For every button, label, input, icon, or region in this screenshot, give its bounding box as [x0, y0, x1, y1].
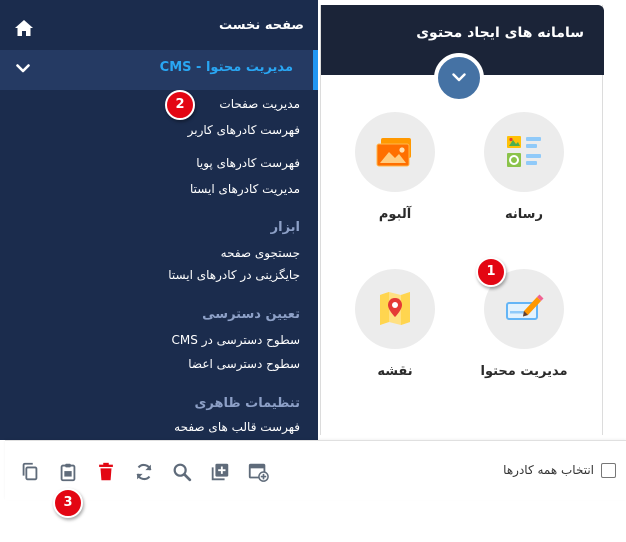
paste-icon	[60, 463, 76, 482]
search-button[interactable]	[171, 461, 193, 483]
select-all-label: انتخاب همه کادرها	[503, 463, 594, 477]
tile-album-label: آلبوم	[378, 207, 412, 222]
select-all-control[interactable]: انتخاب همه کادرها	[486, 461, 616, 483]
menu-header-tools: ابزار	[270, 220, 300, 235]
tile-media-label: رسانه	[505, 207, 543, 222]
menu-item-page-templates[interactable]: فهرست قالب های صفحه	[174, 420, 300, 434]
menu-cms-row[interactable]: مدیریت محتوا - CMS	[0, 50, 318, 90]
media-icon	[507, 136, 541, 167]
menu-item-user-boxes[interactable]: فهرست کادرهای کاربر	[188, 123, 300, 137]
menu-header-appearance: تنظیمات ظاهری	[194, 396, 301, 411]
tile-media[interactable]	[484, 112, 564, 192]
menu-item-static-replace[interactable]: جایگزینی در کادرهای ایستا	[168, 268, 300, 282]
menu-item-dynamic-boxes[interactable]: فهرست کادرهای پویا	[196, 156, 300, 170]
menu-cms-label: مدیریت محتوا - CMS	[159, 60, 293, 75]
add-box-button[interactable]	[209, 461, 231, 483]
search-icon	[173, 463, 192, 482]
callout-badge-1: 1	[476, 257, 506, 287]
content-edit-icon	[506, 294, 544, 320]
menu-item-cms-access[interactable]: سطوح دسترسی در CMS	[172, 333, 300, 347]
tile-map[interactable]	[355, 269, 435, 349]
tile-album[interactable]	[355, 112, 435, 192]
refresh-button[interactable]	[133, 461, 155, 483]
callout-badge-2: 2	[165, 90, 195, 120]
callout-badge-3: 3	[53, 488, 83, 518]
menu-item-page-search[interactable]: جستجوی صفحه	[221, 246, 300, 260]
delete-button[interactable]	[95, 461, 117, 483]
album-icon	[376, 138, 411, 167]
copy-button[interactable]	[19, 461, 41, 483]
menu-home-row[interactable]: صفحه نخست	[0, 0, 318, 50]
side-menu: صفحه نخست مدیریت محتوا - CMS مدیریت صفحا…	[0, 0, 318, 440]
box-toolbar: انتخاب همه کادرها	[5, 440, 626, 500]
menu-header-access: تعیین دسترسی	[202, 307, 300, 322]
map-icon	[380, 292, 410, 325]
tile-map-label: نقشه	[377, 364, 413, 379]
tile-content-management-label: مدیریت محتوا	[480, 364, 568, 379]
panel-toggle-button[interactable]	[434, 53, 484, 103]
paste-button[interactable]	[57, 461, 79, 483]
menu-item-page-management[interactable]: مدیریت صفحات	[219, 97, 300, 111]
home-icon	[15, 20, 33, 36]
add-layout-button[interactable]	[247, 461, 269, 483]
refresh-icon	[136, 463, 152, 481]
content-systems-panel: سامانه های ایجاد محتوی رسانه آلبوم مدیری…	[320, 5, 604, 435]
chevron-down-icon	[452, 73, 466, 82]
menu-item-member-access[interactable]: سطوح دسترسی اعضا	[188, 357, 300, 371]
panel-title: سامانه های ایجاد محتوی	[416, 25, 584, 41]
copy-icon	[22, 462, 38, 481]
menu-home-label: صفحه نخست	[219, 18, 304, 33]
delete-icon	[99, 462, 113, 481]
chevron-down-icon	[16, 64, 30, 73]
add-box-icon	[211, 463, 229, 481]
add-layout-icon	[248, 463, 269, 482]
select-all-checkbox[interactable]	[601, 463, 616, 478]
menu-item-static-boxes[interactable]: مدیریت کادرهای ایستا	[190, 182, 300, 196]
